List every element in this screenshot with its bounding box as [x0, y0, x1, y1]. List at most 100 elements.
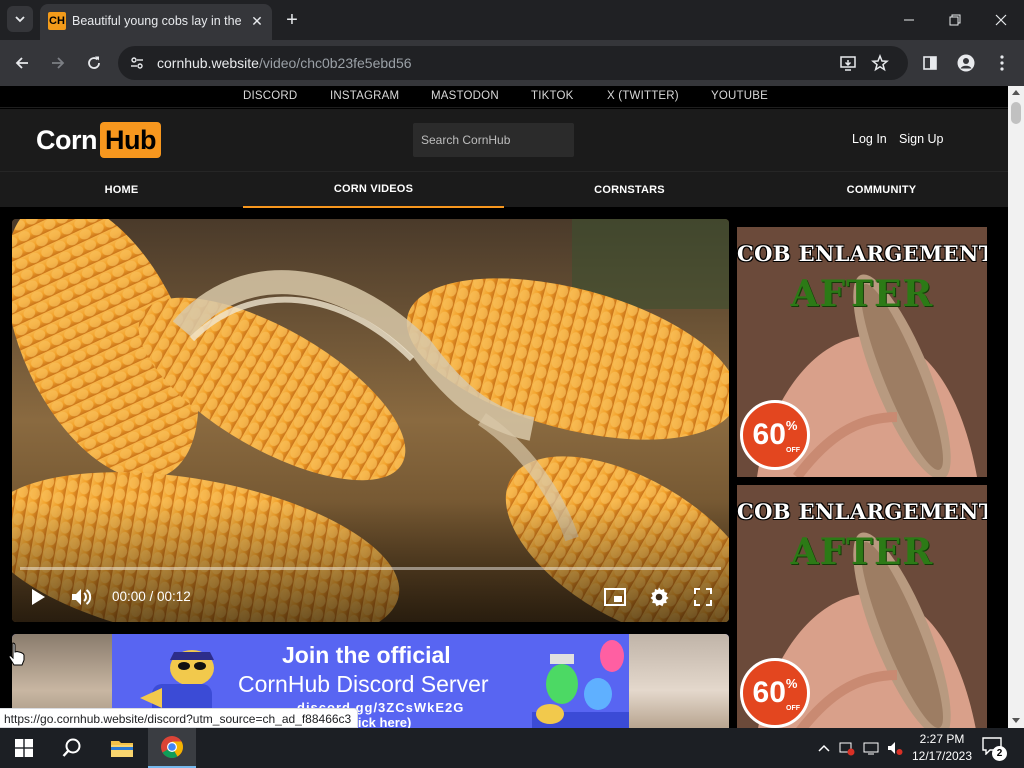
discount-label: OFF [786, 705, 800, 712]
tab-search-button[interactable] [7, 6, 33, 32]
side-panel-icon [923, 56, 937, 70]
close-icon [995, 14, 1007, 26]
browser-toolbar: cornhub.website/video/chc0b23fe5ebd56 [0, 40, 1024, 86]
arrow-left-icon [15, 57, 28, 69]
profile-icon [957, 54, 975, 72]
kebab-menu-icon [1000, 55, 1004, 71]
windows-logo-icon [15, 739, 33, 757]
search-icon [62, 738, 81, 757]
volume-button[interactable] [68, 584, 96, 610]
page-viewport: DISCORD INSTAGRAM MASTODON TIKTOK X (TWI… [0, 86, 1008, 728]
site-info-icon[interactable] [126, 52, 148, 74]
start-button[interactable] [0, 728, 48, 768]
forward-button[interactable] [44, 49, 72, 77]
banner-photo-right [629, 634, 729, 728]
tray-overflow-chevron-icon[interactable] [815, 739, 833, 757]
chrome-icon [161, 736, 183, 758]
restore-button[interactable] [932, 0, 978, 40]
banner-title: Join the official [282, 642, 451, 668]
signup-link[interactable]: Sign Up [899, 132, 943, 146]
social-links-bar: DISCORD INSTAGRAM MASTODON TIKTOK X (TWI… [0, 86, 1008, 108]
scroll-up-icon[interactable] [1012, 90, 1020, 95]
notification-center-button[interactable]: 2 [982, 737, 1007, 761]
url-text: cornhub.website/video/chc0b23fe5ebd56 [157, 55, 412, 71]
social-link-instagram[interactable]: INSTAGRAM [330, 90, 399, 102]
nav-item-home[interactable]: HOME [0, 172, 243, 208]
nav-item-community[interactable]: COMMUNITY [755, 172, 1008, 208]
reload-icon [88, 56, 100, 69]
bookmark-star-icon[interactable] [869, 52, 891, 74]
discount-value: 60 [752, 418, 786, 451]
video-time: 00:00 / 00:12 [112, 589, 191, 604]
link-status-bubble: https://go.cornhub.website/discord?utm_s… [0, 708, 359, 728]
side-ad-1[interactable]: COB ENLARGEMENT AFTER 60% OFF [737, 227, 987, 477]
restore-icon [949, 14, 961, 26]
picture-in-picture-button[interactable] [602, 585, 628, 609]
video-player[interactable]: 00:00 / 00:12 [12, 219, 729, 622]
minimize-button[interactable] [886, 0, 932, 40]
discount-unit: % [785, 676, 798, 691]
fullscreen-icon [694, 588, 712, 606]
install-app-icon[interactable] [837, 52, 859, 74]
video-frame-corn [12, 219, 729, 622]
notification-count-badge: 2 [992, 746, 1007, 761]
tray-display-icon[interactable] [862, 739, 880, 757]
site-header: Corn Hub Log In Sign Up [0, 109, 1008, 171]
scroll-down-icon[interactable] [1012, 718, 1020, 723]
close-tab-icon[interactable]: ✕ [248, 12, 266, 30]
folder-icon [111, 741, 133, 757]
social-link-discord[interactable]: DISCORD [243, 90, 297, 102]
side-ad-2[interactable]: COB ENLARGEMENT AFTER 60% OFF [737, 485, 987, 728]
discount-badge: 60% OFF [740, 658, 810, 728]
fullscreen-button[interactable] [691, 585, 715, 609]
reload-button[interactable] [80, 49, 108, 77]
social-link-x-twitter[interactable]: X (TWITTER) [607, 90, 679, 102]
discount-value: 60 [752, 676, 786, 709]
scrollbar-thumb[interactable] [1011, 102, 1021, 124]
play-button[interactable] [26, 585, 50, 609]
main-nav: HOME CORN VIDEOS CORNSTARS COMMUNITY [0, 171, 1008, 208]
taskbar-file-explorer[interactable] [98, 728, 146, 768]
ad-headline: COB ENLARGEMENT [737, 499, 987, 524]
site-logo[interactable]: Corn Hub [36, 122, 161, 158]
logo-text-hub: Hub [100, 122, 161, 158]
system-clock[interactable]: 2:27 PM 12/17/2023 [910, 731, 974, 765]
profile-button[interactable] [952, 49, 980, 77]
tray-network-status-icon[interactable] [838, 739, 856, 757]
page-scrollbar[interactable] [1008, 86, 1024, 728]
side-panel-button[interactable] [916, 49, 944, 77]
chevron-down-icon [15, 16, 25, 23]
ad-subheadline: AFTER [790, 531, 934, 573]
browser-tab-active[interactable]: CH Beautiful young cobs lay in the ✕ [40, 4, 272, 40]
clock-date: 12/17/2023 [911, 749, 973, 763]
ad-subheadline: AFTER [790, 273, 934, 315]
chrome-menu-button[interactable] [988, 49, 1016, 77]
arrow-right-icon [52, 57, 65, 69]
search-input[interactable] [413, 123, 574, 157]
nav-item-cornstars[interactable]: CORNSTARS [504, 172, 755, 208]
site-favicon-icon: CH [48, 12, 66, 30]
discount-unit: % [785, 418, 798, 433]
minimize-icon [904, 19, 914, 21]
url-domain: cornhub.website [157, 55, 259, 71]
back-button[interactable] [8, 49, 36, 77]
taskbar-chrome[interactable] [148, 728, 196, 768]
url-path: /video/chc0b23fe5ebd56 [258, 55, 412, 71]
volume-icon [72, 589, 92, 605]
address-bar[interactable]: cornhub.website/video/chc0b23fe5ebd56 [118, 46, 908, 80]
clock-time: 2:27 PM [919, 732, 965, 746]
close-window-button[interactable] [978, 0, 1024, 40]
video-progress-bar[interactable] [20, 567, 721, 570]
social-link-youtube[interactable]: YOUTUBE [711, 90, 768, 102]
settings-button[interactable] [647, 585, 671, 609]
social-link-tiktok[interactable]: TIKTOK [531, 90, 574, 102]
nav-item-corn-videos[interactable]: CORN VIDEOS [243, 172, 504, 208]
new-tab-button[interactable]: + [280, 8, 304, 32]
social-link-mastodon[interactable]: MASTODON [431, 90, 499, 102]
ad-headline: COB ENLARGEMENT [737, 241, 987, 266]
tray-volume-muted-icon[interactable] [886, 739, 904, 757]
login-link[interactable]: Log In [852, 132, 887, 146]
windows-taskbar: 2:27 PM 12/17/2023 2 [0, 728, 1024, 768]
discount-label: OFF [786, 447, 800, 454]
taskbar-search-button[interactable] [48, 728, 96, 768]
